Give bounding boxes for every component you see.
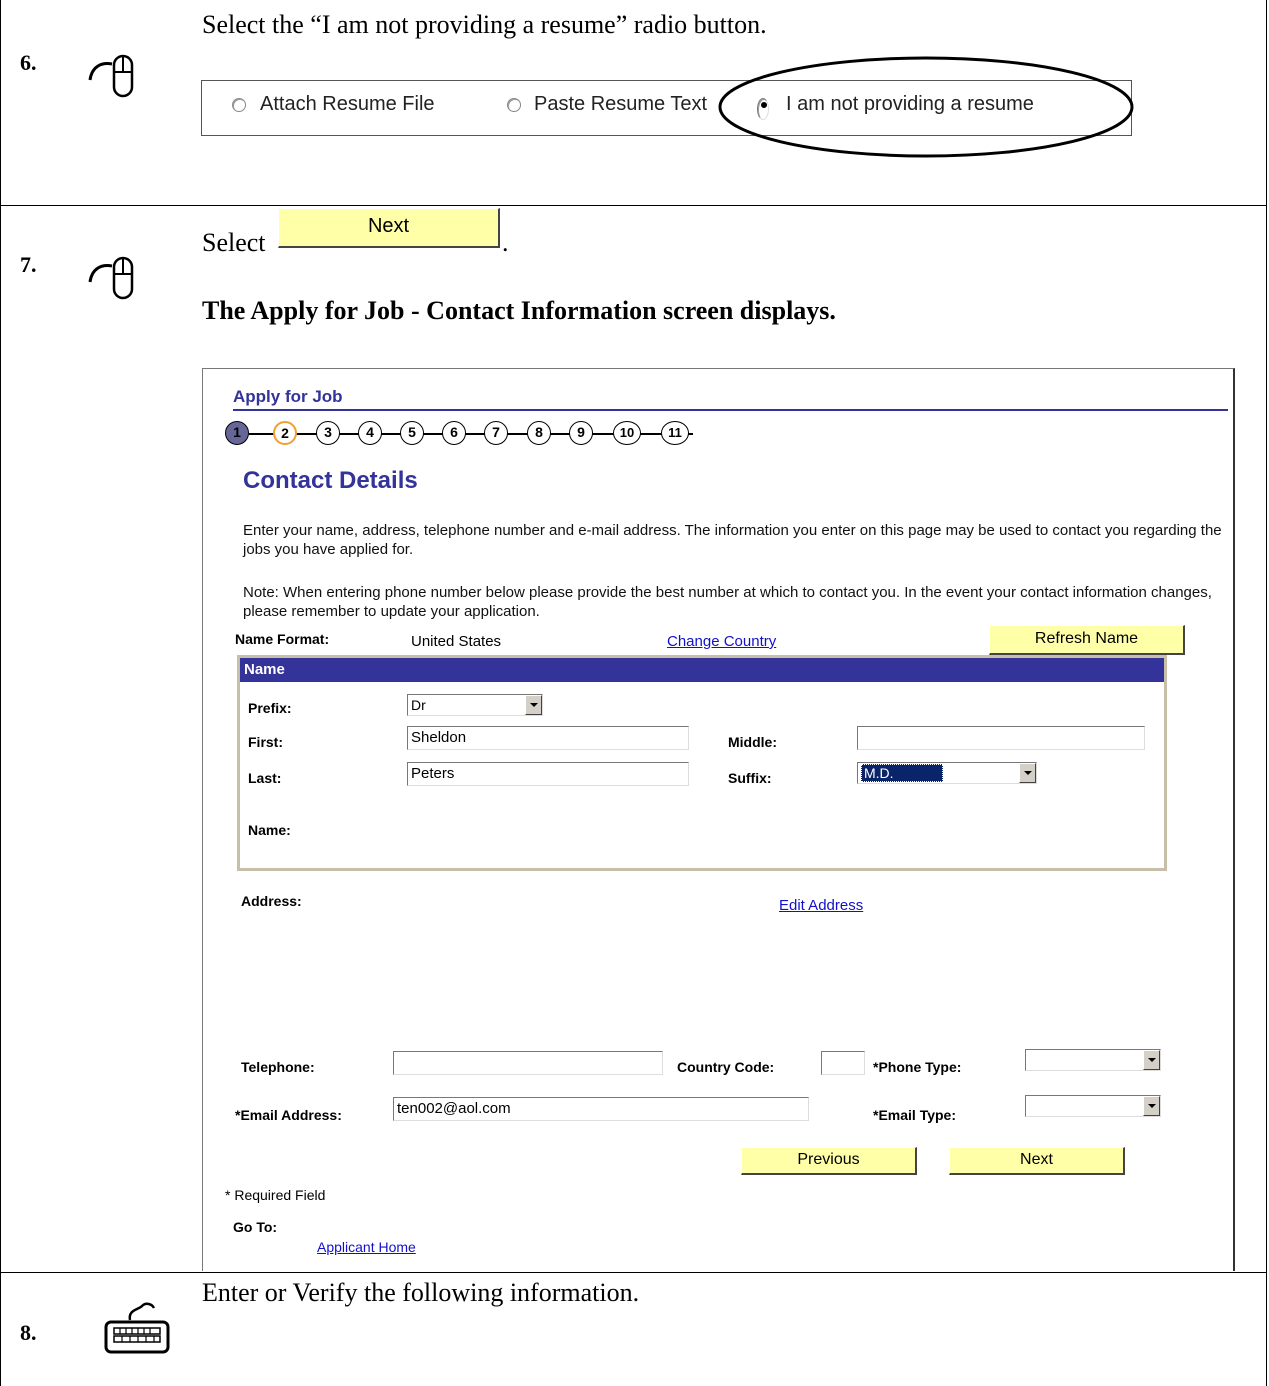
step-indicator[interactable]: 5 bbox=[400, 421, 424, 445]
mouse-icon bbox=[88, 256, 134, 300]
next-button-sample: Next bbox=[278, 208, 500, 248]
step-instruction: Select bbox=[202, 228, 266, 257]
step-indicator[interactable]: 3 bbox=[316, 421, 340, 445]
first-name-input[interactable]: Sheldon bbox=[407, 726, 689, 750]
mouse-icon bbox=[88, 54, 134, 98]
name-section: Name Prefix: Dr First: Sheldon Middle: L… bbox=[237, 655, 1167, 871]
step-number: 7. bbox=[20, 252, 37, 277]
prefix-select[interactable]: Dr bbox=[407, 694, 543, 716]
first-label: First: bbox=[248, 734, 283, 750]
step-number: 8. bbox=[20, 1320, 37, 1345]
section-heading: Contact Details bbox=[243, 467, 418, 494]
telephone-input[interactable] bbox=[393, 1051, 663, 1075]
last-name-input[interactable]: Peters bbox=[407, 762, 689, 786]
email-type-select[interactable] bbox=[1025, 1095, 1161, 1117]
step-indicator[interactable]: 8 bbox=[527, 421, 551, 445]
country-code-label: Country Code: bbox=[677, 1059, 775, 1075]
goto-label: Go To: bbox=[233, 1219, 278, 1235]
radio-paste-resume[interactable] bbox=[507, 98, 521, 112]
applicant-home-link[interactable]: Applicant Home bbox=[317, 1239, 416, 1255]
suffix-select[interactable]: M.D. bbox=[857, 762, 1037, 784]
step-indicator[interactable]: 6 bbox=[442, 421, 466, 445]
step-indicator[interactable]: 9 bbox=[569, 421, 593, 445]
name-label: Name: bbox=[248, 822, 291, 838]
radio-attach-resume[interactable] bbox=[232, 98, 246, 112]
chevron-down-icon[interactable] bbox=[1143, 1050, 1160, 1070]
change-country-link[interactable]: Change Country bbox=[667, 633, 776, 650]
step-indicator[interactable]: 1 bbox=[225, 421, 249, 445]
step-indicator[interactable]: 7 bbox=[484, 421, 508, 445]
prefix-value: Dr bbox=[411, 697, 426, 713]
name-format-value: United States bbox=[411, 633, 502, 650]
edit-address-link[interactable]: Edit Address bbox=[779, 897, 863, 914]
phone-type-label: *Phone Type: bbox=[873, 1059, 962, 1075]
title-rule bbox=[233, 409, 1228, 411]
required-note: * Required Field bbox=[225, 1187, 326, 1203]
step-indicator[interactable]: 10 bbox=[613, 421, 641, 445]
radio-label: Attach Resume File bbox=[260, 93, 435, 115]
next-button[interactable]: Next bbox=[949, 1147, 1125, 1175]
step-instruction-suffix: . bbox=[502, 228, 509, 257]
middle-name-input[interactable] bbox=[857, 726, 1145, 750]
suffix-label: Suffix: bbox=[728, 770, 772, 786]
step-indicator[interactable]: 2 bbox=[273, 421, 297, 445]
address-label: Address: bbox=[241, 893, 302, 909]
refresh-name-button[interactable]: Refresh Name bbox=[989, 625, 1185, 655]
table-border-right bbox=[1266, 0, 1267, 1386]
step-instruction: Enter or Verify the following informatio… bbox=[202, 1278, 640, 1307]
row-divider bbox=[0, 1272, 1267, 1273]
email-type-label: *Email Type: bbox=[873, 1107, 956, 1123]
previous-button[interactable]: Previous bbox=[741, 1147, 917, 1175]
keyboard-icon bbox=[104, 1302, 170, 1354]
prefix-label: Prefix: bbox=[248, 700, 292, 716]
row-divider bbox=[0, 205, 1267, 206]
table-border-left bbox=[0, 0, 1, 1386]
last-label: Last: bbox=[248, 770, 282, 786]
email-label: *Email Address: bbox=[235, 1107, 342, 1123]
chevron-down-icon[interactable] bbox=[525, 695, 542, 715]
email-input[interactable]: ten002@aol.com bbox=[393, 1097, 809, 1121]
radio-label: Paste Resume Text bbox=[534, 93, 708, 115]
apply-for-job-screenshot: Apply for Job 1 2 3 4 5 6 7 8 9 10 11 Co… bbox=[202, 368, 1235, 1271]
chevron-down-icon[interactable] bbox=[1019, 763, 1036, 783]
page-title: Apply for Job bbox=[233, 387, 343, 406]
highlight-ellipse bbox=[718, 56, 1134, 158]
name-section-header: Name bbox=[240, 658, 1164, 682]
country-code-input[interactable] bbox=[821, 1051, 865, 1075]
telephone-label: Telephone: bbox=[241, 1059, 315, 1075]
suffix-value: M.D. bbox=[861, 764, 943, 782]
step-indicator[interactable]: 4 bbox=[358, 421, 382, 445]
note-text: Note: When entering phone number below p… bbox=[243, 584, 1212, 620]
step-number: 6. bbox=[20, 50, 37, 75]
phone-type-select[interactable] bbox=[1025, 1049, 1161, 1071]
step-instruction: Select the “I am not providing a resume”… bbox=[202, 10, 767, 39]
step-result: The Apply for Job - Contact Information … bbox=[202, 296, 836, 325]
chevron-down-icon[interactable] bbox=[1143, 1096, 1160, 1116]
intro-text: Enter your name, address, telephone numb… bbox=[243, 522, 1222, 558]
step-indicator[interactable]: 11 bbox=[661, 421, 689, 445]
middle-label: Middle: bbox=[728, 734, 777, 750]
name-format-label: Name Format: bbox=[235, 631, 330, 647]
